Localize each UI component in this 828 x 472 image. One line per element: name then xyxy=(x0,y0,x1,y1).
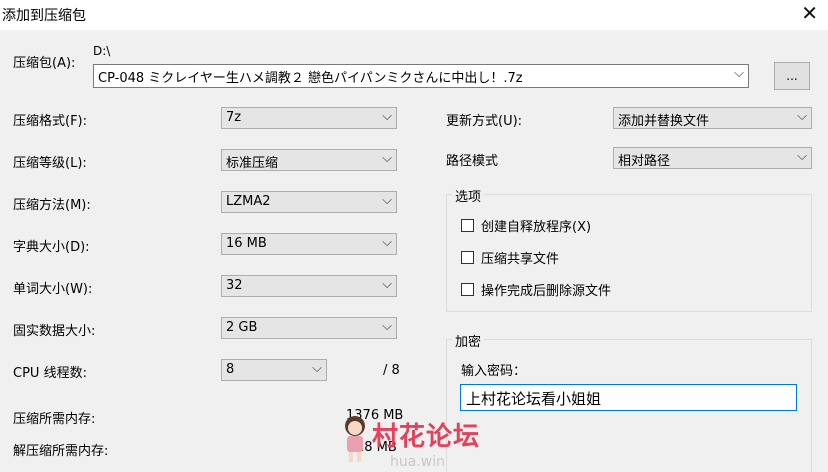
archive-label: 压缩包(A): xyxy=(13,56,76,71)
method-label: 压缩方法(M): xyxy=(13,198,91,213)
format-value: 7z xyxy=(226,110,242,125)
threads-select[interactable]: 8 ⌵ xyxy=(221,359,327,381)
sfx-label: 创建自释放程序(X) xyxy=(481,220,592,235)
word-value: 32 xyxy=(226,278,243,293)
window-title: 添加到压缩包 xyxy=(2,8,86,24)
password-value: 上村花论坛看小姐姐 xyxy=(466,390,602,408)
threads-label: CPU 线程数: xyxy=(13,366,87,381)
solid-value: 2 GB xyxy=(226,320,258,335)
sfx-checkbox[interactable] xyxy=(461,219,474,232)
watermark-url: hua.win xyxy=(390,454,445,470)
close-icon[interactable]: ✕ xyxy=(801,1,818,25)
browse-button[interactable]: ... xyxy=(774,62,810,90)
dict-select[interactable]: 16 MB ⌵ xyxy=(221,233,397,255)
solid-label: 固实数据大小: xyxy=(13,324,96,339)
update-value: 添加并替换文件 xyxy=(618,114,710,129)
mem-compress-label: 压缩所需内存: xyxy=(13,412,96,427)
options-title: 选项 xyxy=(452,186,485,205)
dict-label: 字典大小(D): xyxy=(13,240,90,255)
dict-value: 16 MB xyxy=(226,236,267,251)
archive-name-combo[interactable]: CP-048 ミクレイヤー生ハメ調教２ 戀色パイパンミクさんに中出し！.7z ⌵ xyxy=(93,64,749,88)
delete-label: 操作完成后删除源文件 xyxy=(481,284,612,299)
chevron-down-icon: ⌵ xyxy=(382,277,392,292)
archive-name-value: CP-048 ミクレイヤー生ハメ調教２ 戀色パイパンミクさんに中出し！.7z xyxy=(98,71,523,86)
chevron-down-icon: ⌵ xyxy=(382,109,392,124)
update-select[interactable]: 添加并替换文件 ⌵ xyxy=(613,107,812,129)
level-value: 标准压缩 xyxy=(226,156,279,171)
password-input[interactable]: 上村花论坛看小姐姐 xyxy=(460,384,797,411)
chevron-down-icon: ⌵ xyxy=(382,151,392,166)
level-select[interactable]: 标准压缩 ⌵ xyxy=(221,149,397,171)
archive-path: D:\ xyxy=(93,44,111,58)
format-select[interactable]: 7z ⌵ xyxy=(221,107,397,129)
word-select[interactable]: 32 ⌵ xyxy=(221,275,397,297)
method-value: LZMA2 xyxy=(226,194,271,209)
chevron-down-icon: ⌵ xyxy=(382,319,392,334)
level-label: 压缩等级(L): xyxy=(13,156,87,171)
chevron-down-icon: ⌵ xyxy=(797,149,807,164)
word-label: 单词大小(W): xyxy=(13,282,93,297)
pathmode-value: 相对路径 xyxy=(618,154,671,169)
update-label: 更新方式(U): xyxy=(446,114,523,129)
chevron-down-icon: ⌵ xyxy=(382,235,392,250)
threads-value: 8 xyxy=(226,362,235,377)
watermark-text: 村花论坛 xyxy=(372,422,481,452)
title-bar: 添加到压缩包 ✕ xyxy=(0,0,828,30)
method-select[interactable]: LZMA2 ⌵ xyxy=(221,191,397,213)
format-label: 压缩格式(F): xyxy=(13,114,88,129)
solid-select[interactable]: 2 GB ⌵ xyxy=(221,317,397,339)
chevron-down-icon: ⌵ xyxy=(312,361,322,376)
watermark-girl-icon xyxy=(345,416,365,462)
pathmode-label: 路径模式 xyxy=(446,154,499,169)
shared-label: 压缩共享文件 xyxy=(481,252,560,267)
chevron-down-icon: ⌵ xyxy=(797,109,807,124)
chevron-down-icon[interactable]: ⌵ xyxy=(734,66,744,81)
chevron-down-icon: ⌵ xyxy=(382,193,392,208)
password-prompt: 输入密码： xyxy=(461,364,527,379)
encryption-title: 加密 xyxy=(452,331,485,350)
threads-max: / 8 xyxy=(383,363,400,378)
delete-checkbox[interactable] xyxy=(461,283,474,296)
shared-checkbox[interactable] xyxy=(461,251,474,264)
pathmode-select[interactable]: 相对路径 ⌵ xyxy=(613,147,812,169)
watermark: 村花论坛 hua.win xyxy=(340,414,500,472)
mem-decompress-label: 解压缩所需内存: xyxy=(13,444,109,459)
